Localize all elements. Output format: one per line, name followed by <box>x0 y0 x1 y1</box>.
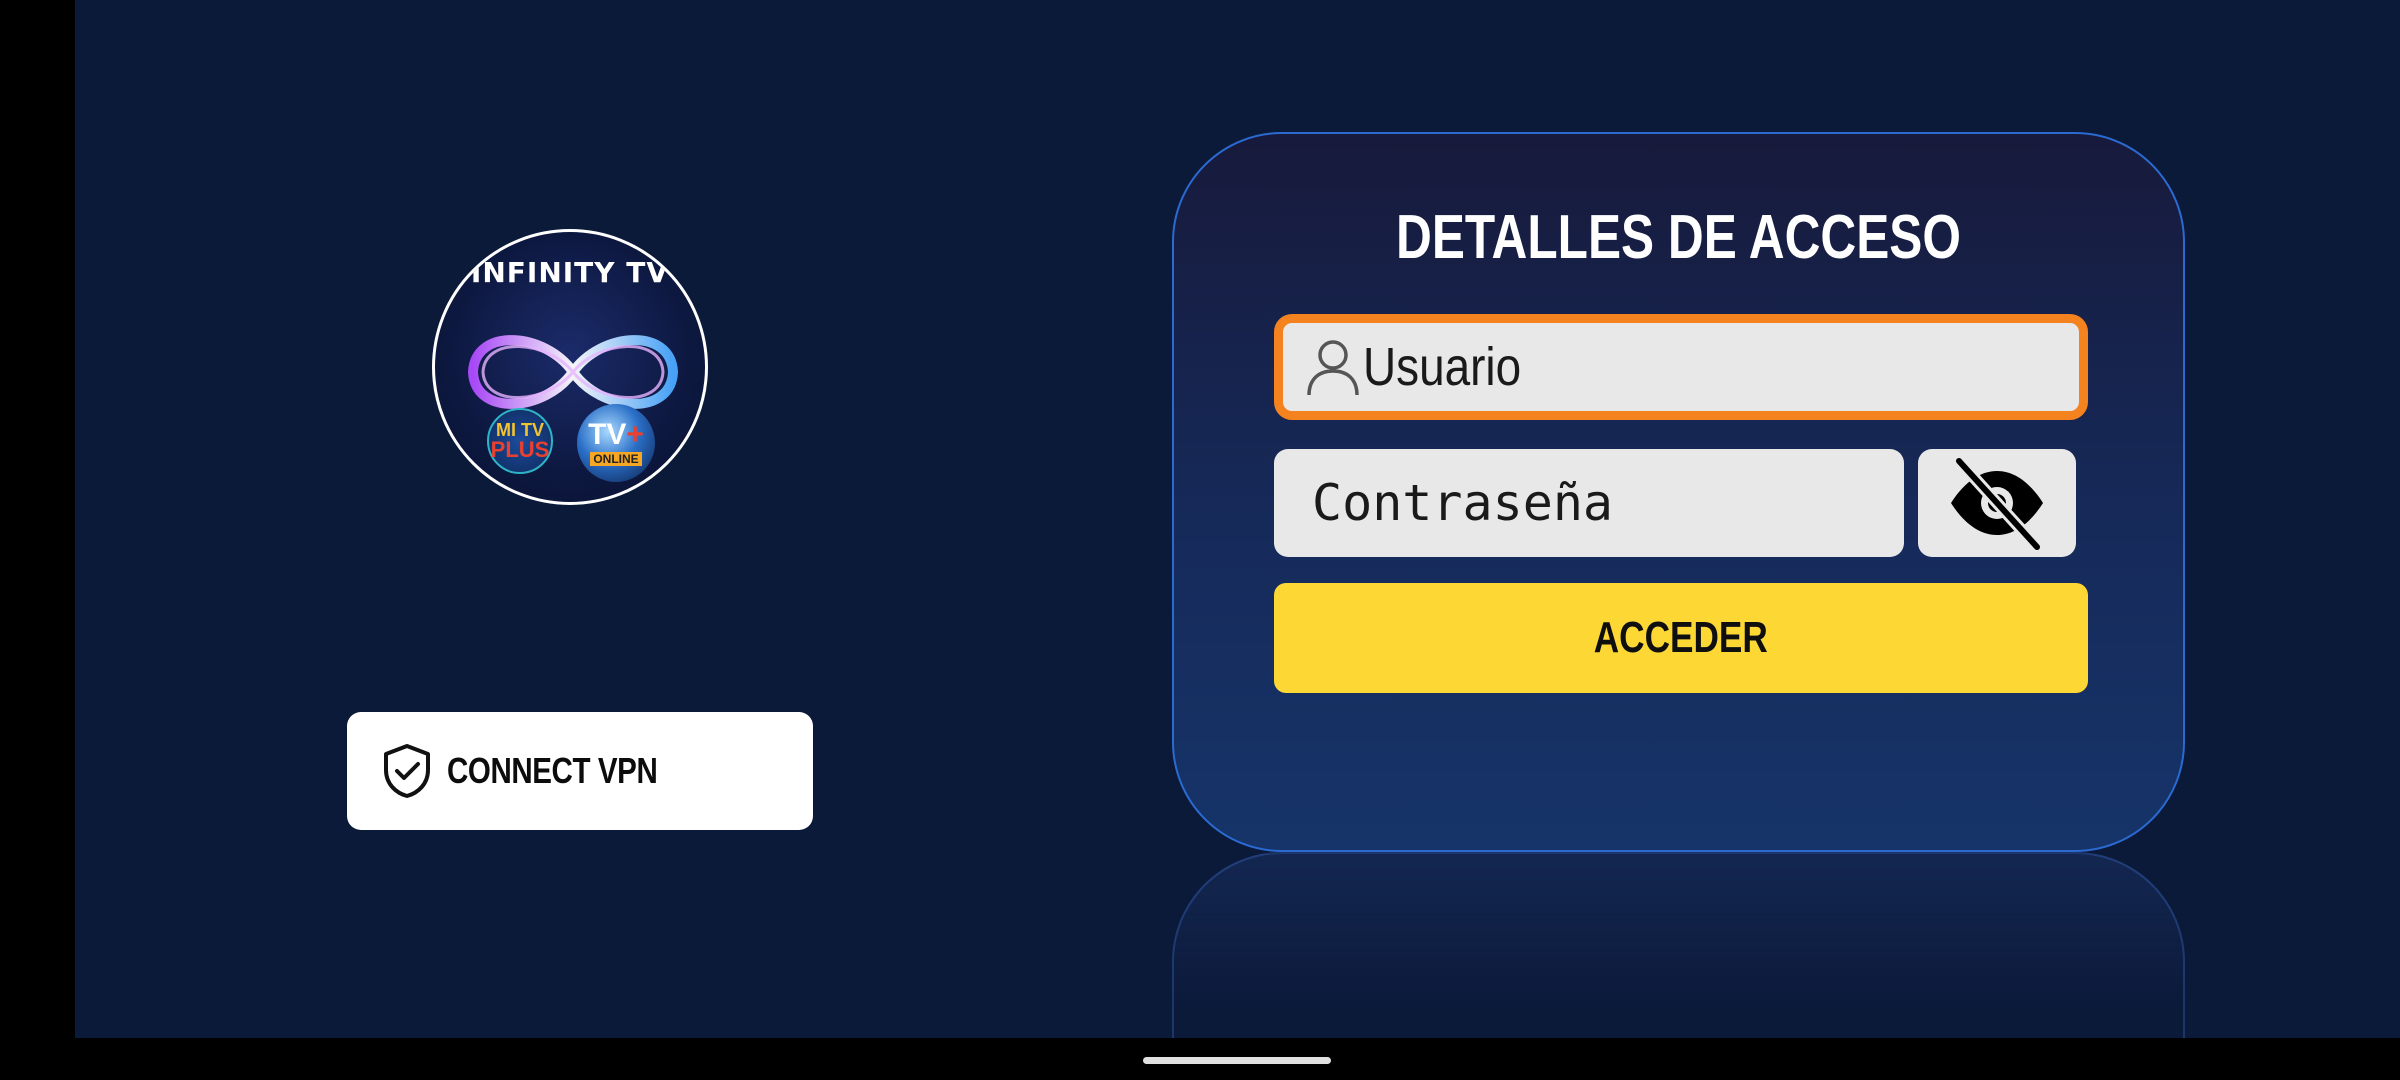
shield-check-icon <box>384 744 430 798</box>
login-title: DETALLES DE ACCESO <box>1396 203 1961 272</box>
user-icon <box>1307 340 1359 396</box>
app-logo: INFINITY TV MI TV PLUS TV+ ONLINE <box>432 229 708 505</box>
navigation-gesture-handle[interactable] <box>1143 1057 1331 1064</box>
toggle-password-visibility-button[interactable] <box>1918 449 2076 557</box>
connect-vpn-label: CONNECT VPN <box>447 750 658 791</box>
username-input[interactable] <box>1363 323 1972 411</box>
logo-badge-tvonline: TV+ ONLINE <box>577 404 655 482</box>
login-submit-label: ACCEDER <box>1593 613 1769 662</box>
password-input[interactable] <box>1312 449 1948 557</box>
eye-off-icon <box>1951 456 2043 551</box>
connect-vpn-button[interactable]: CONNECT VPN <box>347 712 813 830</box>
app-screen: INFINITY TV MI TV PLUS TV+ ONLINE CONNEC… <box>75 0 2400 1038</box>
logo-title: INFINITY TV <box>470 256 670 289</box>
login-submit-button[interactable]: ACCEDER <box>1274 583 2088 693</box>
logo-badge-mitvplus: MI TV PLUS <box>487 408 553 474</box>
username-field[interactable] <box>1274 314 2088 420</box>
password-field[interactable] <box>1274 449 1948 557</box>
card-reflection <box>1172 852 2185 1038</box>
login-card: DETALLES DE ACCESO Usuario ACCEDER <box>1172 132 2185 852</box>
